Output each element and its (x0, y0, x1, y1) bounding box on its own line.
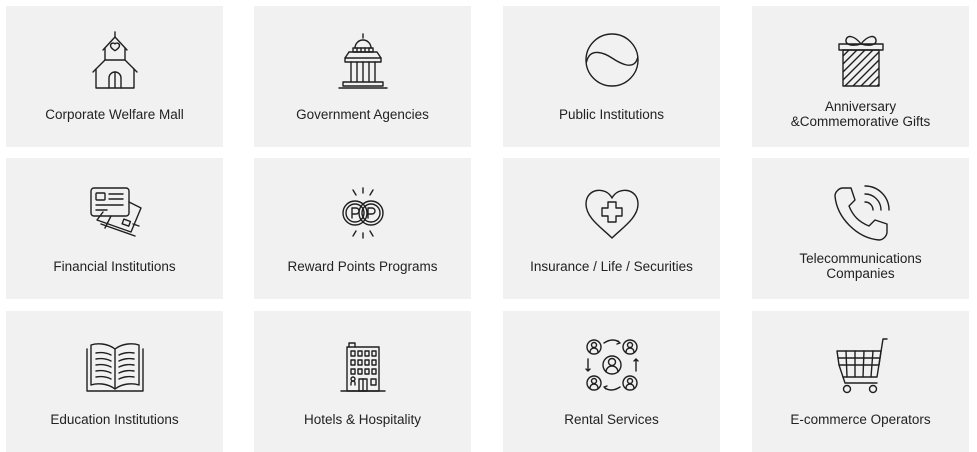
category-card-ecommerce-operators[interactable]: E-commerce Operators (752, 311, 969, 452)
category-label: Anniversary &Commemorative Gifts (790, 99, 931, 129)
shopping-cart-icon (829, 333, 893, 397)
category-card-public-institutions[interactable]: Public Institutions (503, 6, 720, 147)
category-card-government-agencies[interactable]: Government Agencies (254, 6, 471, 147)
business-category-grid: Corporate Welfare Mall Government Agenci… (0, 0, 977, 452)
category-card-rental-services[interactable]: Rental Services (503, 311, 720, 452)
category-card-telecommunications[interactable]: Telecommunications Companies (752, 158, 969, 299)
category-label: E-commerce Operators (790, 411, 931, 427)
category-label: Financial Institutions (53, 258, 176, 274)
taegeuk-circle-icon (580, 28, 644, 92)
category-label: Education Institutions (50, 411, 179, 427)
category-label: Government Agencies (296, 106, 429, 122)
category-card-reward-points[interactable]: Reward Points Programs (254, 158, 471, 299)
category-label: Telecommunications Companies (799, 251, 922, 281)
heart-cross-icon (580, 180, 644, 244)
category-label: Insurance / Life / Securities (530, 258, 693, 274)
people-network-icon (580, 333, 644, 397)
category-card-anniversary-gifts[interactable]: Anniversary &Commemorative Gifts (752, 6, 969, 147)
category-card-financial-institutions[interactable]: Financial Institutions (6, 158, 223, 299)
phone-call-icon (829, 180, 893, 244)
category-label: Rental Services (564, 411, 659, 427)
hotel-building-icon (331, 333, 395, 397)
category-card-insurance[interactable]: Insurance / Life / Securities (503, 158, 720, 299)
category-label: Hotels & Hospitality (303, 411, 422, 427)
credit-cards-icon (83, 180, 147, 244)
category-label: Reward Points Programs (287, 258, 438, 274)
category-label: Public Institutions (558, 106, 665, 122)
point-coins-icon (331, 180, 395, 244)
house-heart-icon (83, 28, 147, 92)
gift-box-icon (829, 28, 893, 92)
category-label: Corporate Welfare Mall (45, 106, 184, 122)
category-card-education-institutions[interactable]: Education Institutions (6, 311, 223, 452)
open-book-icon (83, 333, 147, 397)
category-card-hotels-hospitality[interactable]: Hotels & Hospitality (254, 311, 471, 452)
category-card-corporate-welfare-mall[interactable]: Corporate Welfare Mall (6, 6, 223, 147)
government-building-icon (331, 28, 395, 92)
